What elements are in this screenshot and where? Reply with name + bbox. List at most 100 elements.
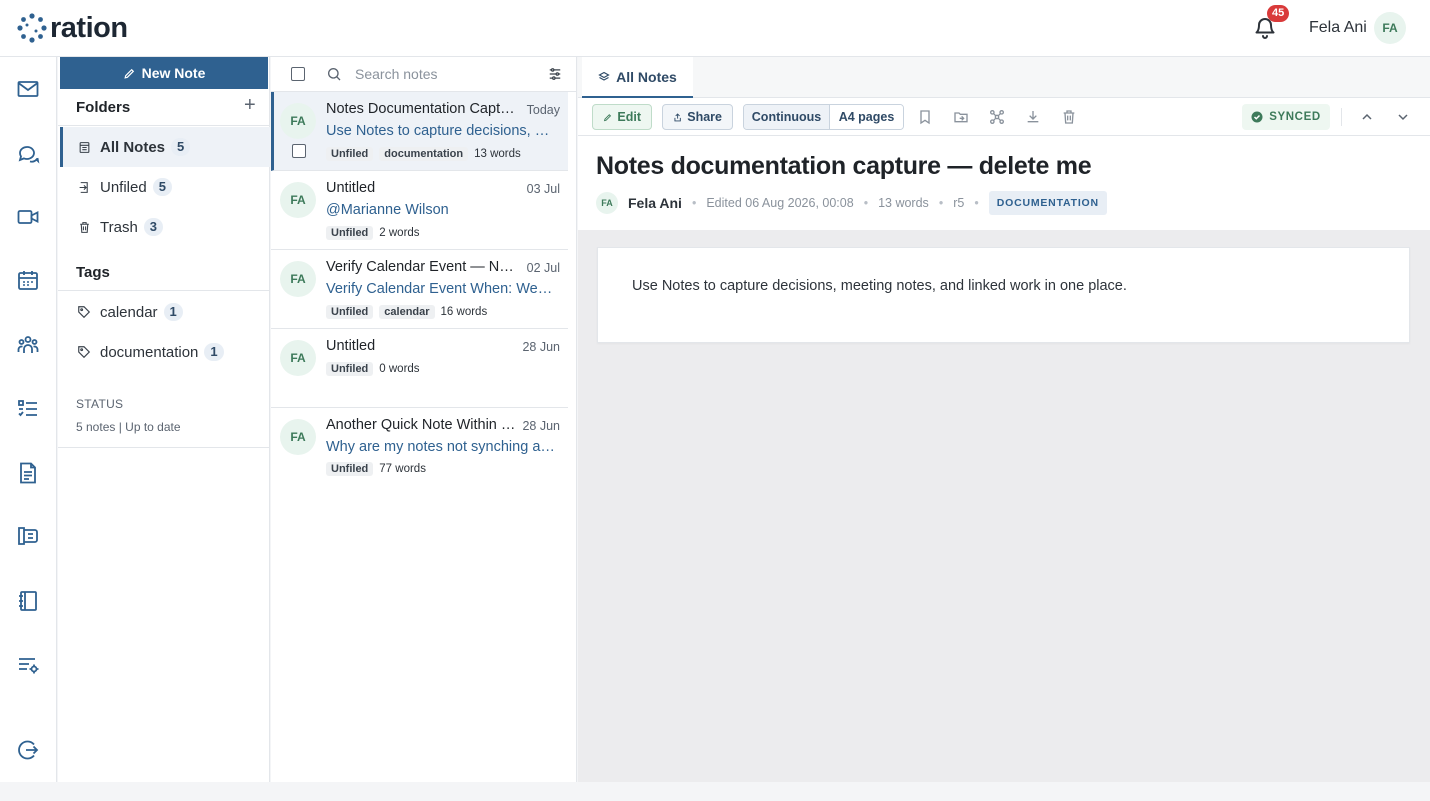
link-nodes-icon[interactable]	[989, 109, 1005, 125]
editor-toolbar: Edit Share Continuous A4 pages SYNCED	[578, 98, 1430, 136]
document-header: Notes documentation capture — delete me …	[578, 136, 1430, 230]
divider	[58, 125, 270, 126]
bookmark-icon[interactable]	[917, 109, 933, 125]
user-avatar[interactable]: FA	[1374, 12, 1406, 44]
tasks-icon[interactable]	[16, 397, 40, 421]
view-mode-toggle: Continuous A4 pages	[743, 104, 904, 130]
document-body[interactable]: Use Notes to capture decisions, meeting …	[597, 247, 1410, 343]
folder-item-trash[interactable]: Trash 3	[60, 207, 270, 247]
tag-count: 1	[204, 343, 224, 361]
note-checkbox[interactable]	[292, 144, 306, 158]
note-meta: Unfiled calendar 16 words	[326, 305, 487, 319]
tab-all-notes[interactable]: All Notes	[582, 57, 693, 98]
move-folder-icon[interactable]	[953, 109, 969, 125]
chevron-down-icon[interactable]	[1395, 109, 1411, 125]
note-meta: Unfiled documentation 13 words	[326, 147, 521, 161]
note-editor: All Notes Edit Share Continuous A4 pages	[578, 57, 1430, 782]
toolbar-divider	[1341, 108, 1342, 126]
tag-icon	[76, 344, 92, 360]
download-icon[interactable]	[1025, 109, 1041, 125]
note-avatar: FA	[280, 340, 316, 376]
tag-icon	[76, 304, 92, 320]
author-name: Fela Ani	[628, 195, 682, 211]
pencil-icon	[603, 113, 612, 121]
calendar-icon[interactable]	[16, 268, 40, 292]
note-item[interactable]: FA Notes Documentation Capture — delete …	[271, 92, 568, 171]
folder-label: Trash	[100, 218, 138, 236]
folder-chip: Unfiled	[326, 147, 374, 161]
settings-list-icon[interactable]	[16, 653, 40, 677]
document-icon[interactable]	[16, 461, 40, 485]
document-text: Use Notes to capture decisions, meeting …	[632, 278, 1127, 294]
app-root: ration 45 Fela Ani FA New Note Folders +	[0, 0, 1430, 801]
tag-item-documentation[interactable]: documentation 1	[60, 332, 270, 372]
share-label: Share	[687, 110, 722, 124]
logout-icon[interactable]	[16, 738, 40, 762]
user-name[interactable]: Fela Ani	[1309, 19, 1367, 37]
note-avatar: FA	[280, 103, 316, 139]
edit-button[interactable]: Edit	[592, 104, 652, 130]
delete-icon[interactable]	[1061, 109, 1077, 125]
view-continuous-button[interactable]: Continuous	[744, 105, 830, 129]
note-title: Untitled	[326, 338, 376, 354]
chat-icon[interactable]	[16, 141, 40, 165]
note-date: Today	[526, 103, 560, 117]
folder-count: 5	[171, 138, 191, 156]
note-meta: Unfiled 77 words	[326, 462, 426, 476]
folder-chip: Unfiled	[326, 462, 374, 476]
new-note-button[interactable]: New Note	[60, 57, 268, 89]
logo-text: ration	[50, 11, 128, 44]
note-item[interactable]: FA Another Quick Note Within Notes 28 Ju…	[271, 408, 568, 487]
list-header	[271, 57, 577, 92]
note-meta: Unfiled 2 words	[326, 226, 420, 240]
logo[interactable]: ration	[16, 11, 128, 45]
people-icon[interactable]	[16, 333, 40, 357]
document-meta: FA Fela Ani • Edited 06 Aug 2026, 00:08 …	[596, 191, 1107, 215]
view-a4-button[interactable]: A4 pages	[830, 105, 903, 129]
tag-label: documentation	[100, 343, 199, 361]
chevron-up-icon[interactable]	[1359, 109, 1375, 125]
search-input[interactable]	[355, 63, 535, 85]
word-count: 16 words	[440, 306, 488, 318]
unfiled-icon	[76, 179, 92, 195]
separator-dot: •	[938, 196, 944, 210]
note-title: Notes Documentation Capture — delete me	[326, 101, 518, 117]
sync-status-label: SYNCED	[1269, 111, 1321, 123]
mail-icon[interactable]	[16, 77, 40, 101]
add-folder-icon[interactable]: +	[244, 95, 256, 115]
tag-count: 1	[163, 303, 183, 321]
folder-item-unfiled[interactable]: Unfiled 5	[60, 167, 270, 207]
tab-label: All Notes	[616, 68, 677, 85]
note-preview: Why are my notes not synching automatica…	[326, 439, 560, 455]
search-icon	[328, 68, 341, 81]
divider	[58, 290, 270, 291]
notebook-icon[interactable]	[16, 589, 40, 613]
separator-dot: •	[691, 196, 697, 210]
filter-sliders-icon[interactable]	[548, 67, 562, 81]
document-title[interactable]: Notes documentation capture — delete me	[596, 152, 1092, 181]
status-heading: STATUS	[76, 397, 124, 411]
share-button[interactable]: Share	[662, 104, 733, 130]
tab-bar: All Notes	[578, 57, 1430, 98]
note-date: 28 Jun	[522, 419, 560, 433]
video-icon[interactable]	[16, 205, 40, 229]
note-item[interactable]: FA Verify Calendar Event — Notes 02 Jul …	[271, 250, 568, 329]
note-avatar: FA	[280, 261, 316, 297]
note-date: 03 Jul	[526, 182, 560, 196]
word-count: 0 words	[379, 363, 420, 375]
note-avatar: FA	[280, 419, 316, 455]
select-all-checkbox[interactable]	[291, 67, 305, 81]
note-item[interactable]: FA Untitled 28 Jun Unfiled 0 words	[271, 329, 568, 408]
notes-list: FA Notes Documentation Capture — delete …	[271, 57, 577, 782]
notes-icon	[76, 139, 92, 155]
tag-item-calendar[interactable]: calendar 1	[60, 292, 270, 332]
document-tag[interactable]: DOCUMENTATION	[988, 191, 1107, 215]
note-preview: @Marianne Wilson	[326, 202, 449, 218]
separator-dot: •	[863, 196, 869, 210]
folder-item-all-notes[interactable]: All Notes 5	[60, 127, 270, 167]
word-count: 2 words	[379, 227, 420, 239]
folders-heading: Folders	[76, 99, 131, 116]
note-item[interactable]: FA Untitled 03 Jul @Marianne Wilson Unfi…	[271, 171, 568, 250]
book-open-icon[interactable]	[16, 524, 40, 548]
folder-label: Unfiled	[100, 178, 147, 196]
